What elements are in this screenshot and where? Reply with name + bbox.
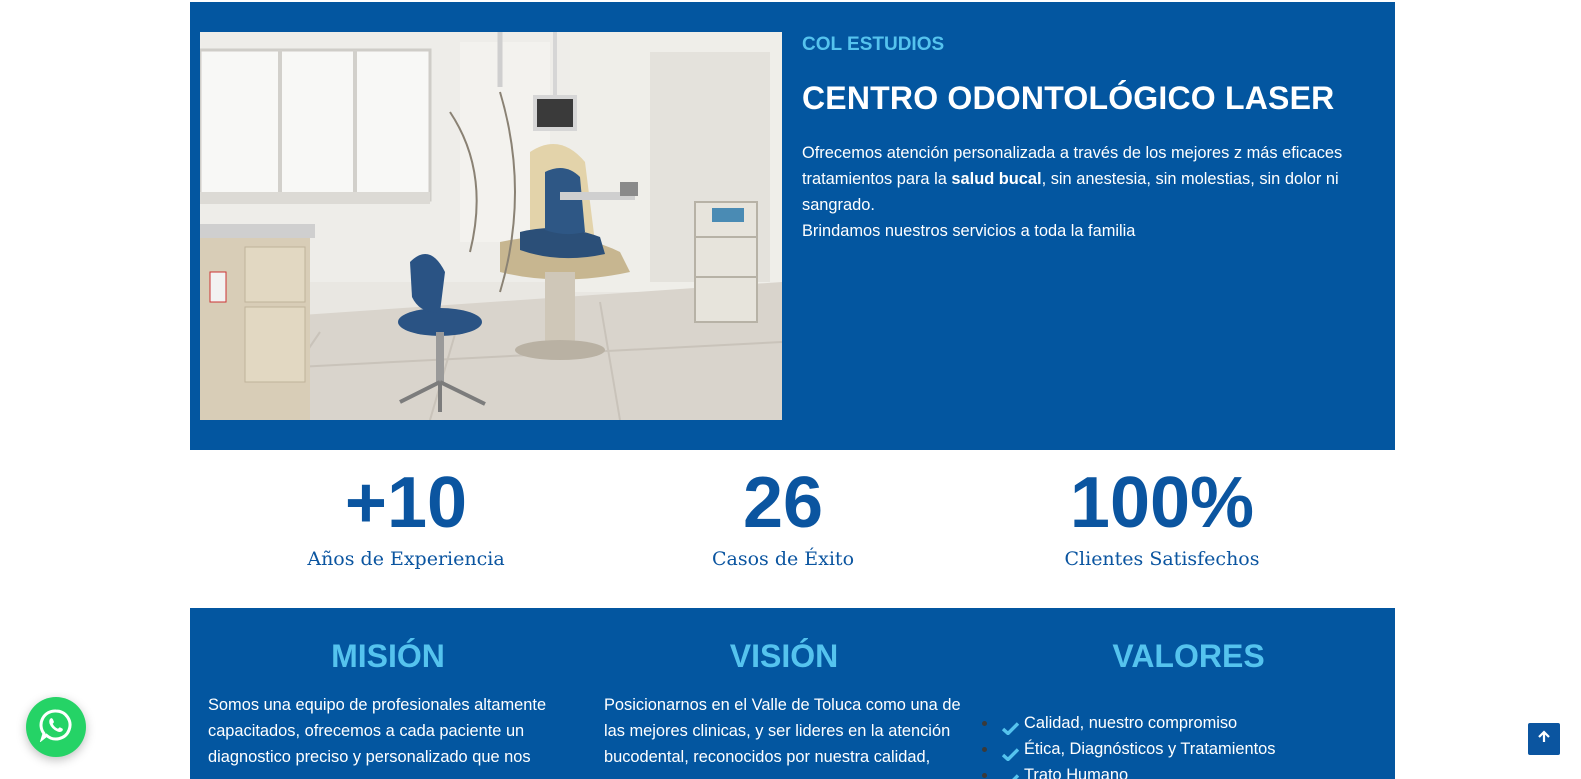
list-item: Calidad, nuestro compromiso	[982, 710, 1395, 736]
whatsapp-button[interactable]	[26, 697, 86, 757]
about-hero-section: COL ESTUDIOS CENTRO ODONTOLÓGICO LASER O…	[190, 2, 1395, 450]
stat-value: 100%	[1069, 463, 1255, 543]
bullet-dot	[982, 773, 987, 778]
stat-value: +10	[344, 463, 468, 543]
bullet-dot	[982, 747, 987, 752]
mision-text: Somos una equipo de profesionales altame…	[208, 696, 547, 766]
valores-item-label: Ética, Diagnósticos y Tratamientos	[1024, 740, 1276, 758]
stat-label: Clientes Satisfechos	[1064, 548, 1260, 570]
vision-title: VISIÓN	[729, 638, 839, 674]
stat-clients: 100% Clientes Satisfechos	[1012, 464, 1312, 572]
scroll-to-top-button[interactable]	[1528, 723, 1560, 755]
valores-column: VALORES Calidad, nuestro compromiso Étic…	[982, 608, 1395, 779]
stat-label: Casos de Éxito	[711, 548, 855, 570]
valores-item-label: Calidad, nuestro compromiso	[1024, 714, 1238, 732]
hero-text-block: COL ESTUDIOS CENTRO ODONTOLÓGICO LASER O…	[802, 32, 1362, 244]
hero-description-line2: Brindamos nuestros servicios a toda la f…	[802, 222, 1136, 240]
list-item: Ética, Diagnósticos y Tratamientos	[982, 736, 1395, 762]
stat-experience: +10 Años de Experiencia	[256, 464, 556, 572]
stat-label: Años de Experiencia	[307, 548, 505, 570]
stat-value: 26	[742, 463, 824, 543]
bullet-dot	[982, 721, 987, 726]
eyebrow-label: COL ESTUDIOS	[802, 34, 945, 55]
mission-vision-values-section: MISIÓN Somos una equipo de profesionales…	[190, 608, 1395, 779]
hero-description-emphasis: salud bucal	[951, 170, 1042, 188]
dental-office-photo	[200, 32, 782, 420]
valores-item-label: Trato Humano	[1024, 766, 1129, 779]
mision-column: MISIÓN Somos una equipo de profesionales…	[190, 608, 586, 770]
vision-text: Posicionarnos en el Valle de Toluca como…	[604, 696, 961, 766]
whatsapp-icon	[39, 708, 73, 747]
check-icon	[1002, 769, 1020, 779]
arrow-up-icon	[1536, 729, 1552, 750]
valores-title: VALORES	[1112, 638, 1265, 674]
vision-column: VISIÓN Posicionarnos en el Valle de Tolu…	[586, 608, 982, 770]
mision-title: MISIÓN	[331, 638, 445, 674]
valores-list: Calidad, nuestro compromiso Ética, Diagn…	[982, 710, 1395, 779]
page-title: CENTRO ODONTOLÓGICO LASER	[802, 80, 1335, 116]
hero-description: Ofrecemos atención personalizada a travé…	[802, 140, 1362, 244]
stats-section: +10 Años de Experiencia 26 Casos de Éxit…	[190, 450, 1395, 608]
stat-cases: 26 Casos de Éxito	[633, 464, 933, 572]
list-item: Trato Humano	[982, 762, 1395, 779]
